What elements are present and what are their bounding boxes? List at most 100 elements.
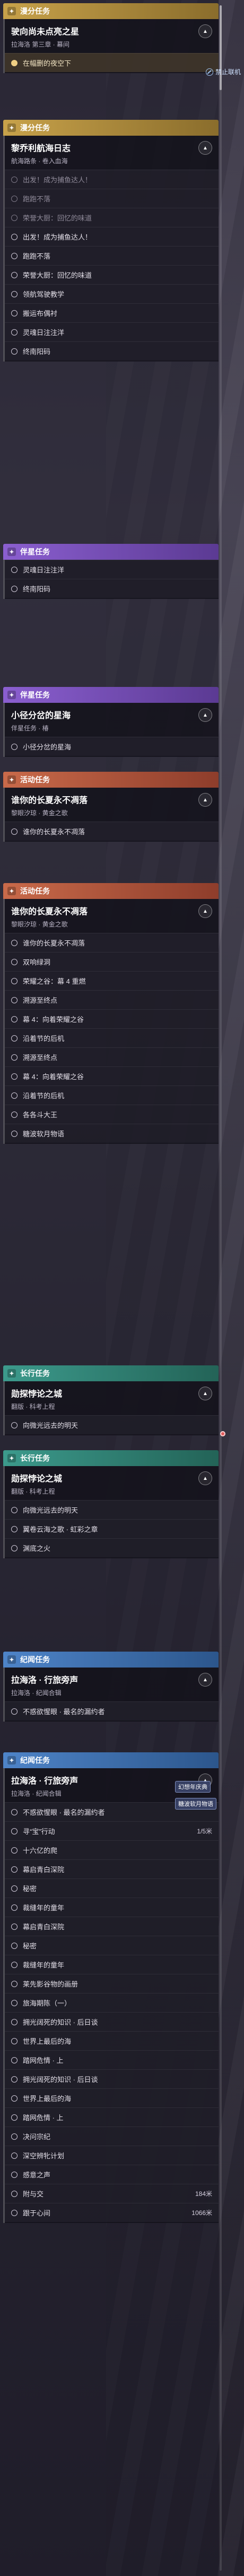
quest-title-row[interactable]: 谁你的长夏永不凋落 黎眼汐琼 · 黄金之歌 ▲ — [5, 788, 219, 822]
quest-step[interactable]: 拥光阔死的知识 · 后日谈 — [5, 2069, 219, 2088]
quest-step[interactable]: 沿着节的后机 — [5, 1086, 219, 1105]
quest-step[interactable]: 出发！成为捕鱼达人！ — [5, 170, 219, 189]
quest-step[interactable]: 终南阳码 — [5, 579, 219, 598]
quest-step[interactable]: 灵魂日注注洋 — [5, 322, 219, 341]
quest-step[interactable]: 向微光远去的明天 — [5, 1415, 219, 1434]
quest-step[interactable]: 搬运布偶衬 — [5, 303, 219, 322]
track-quest-button[interactable]: ▲ — [198, 1673, 212, 1687]
quest-step[interactable]: 荣誉大厨：回忆的味道 — [5, 208, 219, 227]
quest-step[interactable]: 荣誉大厨：回忆的味道 — [5, 265, 219, 284]
quest-step[interactable]: 拥光阔死的知识 · 后日谈 — [5, 2012, 219, 2031]
quest-step[interactable]: 谁你的长夏永不凋落 — [5, 822, 219, 841]
event-badge[interactable]: 糖波软月物语 — [175, 1798, 216, 1810]
quest-step[interactable]: 决问宗纪 — [5, 2127, 219, 2146]
quest-card[interactable]: 勋探悖论之城 翻版 · 科考上程 ▲ 向微光远去的明天 — [3, 1381, 219, 1435]
quest-step[interactable]: 在幅删的夜空下 — [5, 53, 219, 72]
quest-step[interactable]: 裁缝年的童年 — [5, 1955, 219, 1974]
track-quest-button[interactable]: ▲ — [198, 141, 212, 155]
circle-icon — [11, 939, 18, 946]
quest-step[interactable]: 附与交 184米 — [5, 2184, 219, 2203]
track-quest-button[interactable]: ▲ — [198, 1387, 212, 1400]
quest-card[interactable]: 拉海洛 · 行旅旁声 拉海洛 · 纪闻合辑 ▲ 不惑欲惺眼 · 最名的漏约者 寻“宝”行… — [3, 1768, 219, 2223]
track-quest-button[interactable]: ▲ — [198, 708, 212, 722]
map-marker-icon[interactable] — [220, 1431, 225, 1436]
quest-card[interactable]: 黎乔利航海日志 航海路条 · 卷入血海 ▲ 出发！成为捕鱼达人！ 跑跑不落 荣誉大厨：回忆… — [3, 136, 219, 361]
quest-step[interactable]: 深空辨牝计划 — [5, 2146, 219, 2165]
quest-step[interactable]: 终南阳码 — [5, 341, 219, 360]
track-quest-button[interactable]: ▲ — [198, 904, 212, 918]
quest-card[interactable]: 谁你的长夏永不凋落 黎眼汐琼 · 黄金之歌 ▲ 谁你的长夏永不凋落 双响绿洞 荣耀之谷：幕… — [3, 899, 219, 1144]
quest-card[interactable]: 勋探悖论之城 翻版 · 科考上程 ▲ 向微光远去的明天 翼卷云海之歌 · 虹彩之章 渊底之… — [3, 1466, 219, 1558]
quest-step[interactable]: 踏网危情 · 上 — [5, 2107, 219, 2127]
quest-step[interactable]: 沿着节的后机 — [5, 1028, 219, 1047]
quest-step[interactable]: 幕 4：向着荣耀之谷 — [5, 1009, 219, 1028]
quest-title-row[interactable]: 驶向尚未点亮之星 拉海洛 第三章 · 幕间 ▲ — [5, 19, 219, 53]
quest-step[interactable]: 溯源至终点 — [5, 990, 219, 1009]
quest-step[interactable]: 领航驾驶教学 — [5, 284, 219, 303]
quest-group-header[interactable]: ✦ 长行任务 — [3, 1365, 219, 1381]
quest-step[interactable]: 幕启青白深院 — [5, 1917, 219, 1936]
quest-title-row[interactable]: 勋探悖论之城 翻版 · 科考上程 ▲ — [5, 1381, 219, 1415]
quest-step[interactable]: 出发！成为捕鱼达人！ — [5, 227, 219, 246]
quest-step[interactable]: 幕 4：向着荣耀之谷 — [5, 1066, 219, 1086]
quest-title-row[interactable]: 黎乔利航海日志 航海路条 · 卷入血海 ▲ — [5, 136, 219, 170]
quest-card[interactable]: 小径分岔的星海 伴星任务 · 椿 ▲ 小径分岔的星海 — [3, 703, 219, 757]
quest-step[interactable]: 裁缝年的童年 — [5, 1898, 219, 1917]
collapse-arrow-icon: ▲ — [203, 908, 208, 914]
quest-title: 谁你的长夏永不凋落 — [11, 796, 88, 805]
quest-step[interactable]: 渊底之火 — [5, 1538, 219, 1557]
quest-step[interactable]: 小径分岔的星海 — [5, 737, 219, 756]
quest-step[interactable]: 不惑欲惺眼 · 最名的漏约者 — [5, 1701, 219, 1721]
quest-card[interactable]: 驶向尚未点亮之星 拉海洛 第三章 · 幕间 ▲ 在幅删的夜空下 — [3, 19, 219, 73]
quest-step[interactable]: 跑跑不落 — [5, 189, 219, 208]
quest-step[interactable]: 秘密 — [5, 1936, 219, 1955]
quest-group-title: 纪闻任务 — [20, 1655, 50, 1664]
quest-group-header[interactable]: ✦ 纪闻任务 — [3, 1652, 219, 1668]
quest-step[interactable]: 世界上最后的海 — [5, 2088, 219, 2107]
quest-step[interactable]: 十六亿的爬 — [5, 1840, 219, 1859]
quest-step[interactable]: 各各斗大王 — [5, 1105, 219, 1124]
track-quest-button[interactable]: ▲ — [198, 793, 212, 807]
quest-group-header[interactable]: ✦ 漫分任务 — [3, 120, 219, 136]
scrollbar-thumb[interactable] — [220, 5, 222, 90]
quest-step[interactable]: 翼卷云海之歌 · 虹彩之章 — [5, 1519, 219, 1538]
quest-step[interactable]: 寻“宝”行动 1/5米 — [5, 1821, 219, 1840]
quest-title-row[interactable]: 勋探悖论之城 翻版 · 科考上程 ▲ — [5, 1466, 219, 1500]
circle-icon — [11, 828, 18, 835]
track-quest-button[interactable]: ▲ — [198, 24, 212, 38]
scrollbar[interactable] — [220, 5, 222, 2571]
quest-step[interactable]: 双响绿洞 — [5, 952, 219, 971]
quest-title: 拉海洛 · 行旅旁声 — [11, 1676, 79, 1685]
distance-label: 1066米 — [191, 2209, 212, 2217]
quest-card[interactable]: 拉海洛 · 行旅旁声 拉海洛 · 纪闻合辑 ▲ 不惑欲惺眼 · 最名的漏约者 — [3, 1668, 219, 1722]
quest-step[interactable]: 旅海期陈（一） — [5, 1993, 219, 2012]
quest-step[interactable]: 跟于心间 1066米 — [5, 2203, 219, 2222]
quest-step[interactable]: 秘密 — [5, 1878, 219, 1898]
quest-step[interactable]: 溯源至终点 — [5, 1047, 219, 1066]
quest-step[interactable]: 灵魂日注注洋 — [5, 560, 219, 579]
quest-group-header[interactable]: ✦ 纪闻任务 — [3, 1752, 219, 1768]
quest-title-row[interactable]: 拉海洛 · 行旅旁声 拉海洛 · 纪闻合辑 ▲ — [5, 1668, 219, 1701]
quest-group-header[interactable]: ✦ 活动任务 — [3, 883, 219, 899]
quest-group-header[interactable]: ✦ 漫分任务 — [3, 3, 219, 19]
quest-title-row[interactable]: 谁你的长夏永不凋落 黎眼汐琼 · 黄金之歌 ▲ — [5, 899, 219, 933]
quest-step[interactable]: 跑跑不落 — [5, 246, 219, 265]
quest-step[interactable]: 荣耀之谷：幕 4 重燃 — [5, 971, 219, 990]
quest-step[interactable]: 谁你的长夏永不凋落 — [5, 933, 219, 952]
quest-step[interactable]: 世界上最后的海 — [5, 2031, 219, 2050]
quest-card[interactable]: 谁你的长夏永不凋落 黎眼汐琼 · 黄金之歌 ▲ 谁你的长夏永不凋落 — [3, 788, 219, 842]
quest-step[interactable]: 幕启青白深院 — [5, 1859, 219, 1878]
quest-group-header[interactable]: ✦ 伴星任务 — [3, 544, 219, 560]
quest-title-row[interactable]: 小径分岔的星海 伴星任务 · 椿 ▲ — [5, 703, 219, 737]
quest-card[interactable]: 灵魂日注注洋 终南阳码 — [3, 560, 219, 599]
quest-step[interactable]: 感意之声 — [5, 2165, 219, 2184]
quest-group-header[interactable]: ✦ 长行任务 — [3, 1450, 219, 1466]
quest-step[interactable]: 踏网危情 · 上 — [5, 2050, 219, 2069]
quest-step[interactable]: 向微光远去的明天 — [5, 1500, 219, 1519]
quest-step[interactable]: 糖波软月物语 — [5, 1124, 219, 1143]
quest-group-header[interactable]: ✦ 伴星任务 — [3, 687, 219, 703]
quest-group-header[interactable]: ✦ 活动任务 — [3, 772, 219, 788]
quest-step[interactable]: 莱先影谷物的画册 — [5, 1974, 219, 1993]
track-quest-button[interactable]: ▲ — [198, 1471, 212, 1485]
event-badge[interactable]: 幻想年庆典 — [175, 1781, 211, 1793]
